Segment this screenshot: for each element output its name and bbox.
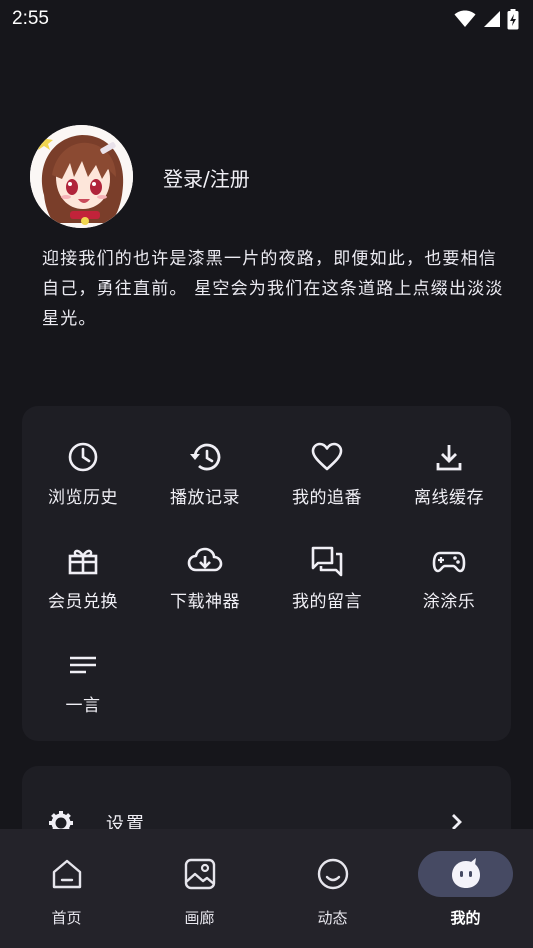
history-icon: [190, 443, 221, 471]
grid-item-label: 我的追番: [292, 488, 362, 508]
grid-item-label: 下载神器: [170, 592, 240, 612]
status-icons: [454, 8, 519, 30]
grid-item-my-follows[interactable]: 我的追番: [266, 406, 388, 510]
nav-activity[interactable]: 动态: [266, 829, 399, 948]
grid-item-doodle[interactable]: 涂涂乐: [388, 510, 510, 614]
clock-icon: [68, 442, 98, 472]
nav-icon-container: [20, 851, 114, 897]
heart-icon: [311, 442, 343, 471]
smiley-icon: [317, 858, 348, 890]
nav-label: 首页: [51, 909, 82, 927]
lines-icon: [70, 656, 96, 674]
status-bar: 2:55: [0, 0, 533, 38]
mascot-icon: [451, 858, 480, 888]
gamepad-icon: [432, 551, 466, 573]
grid-item-label: 会员兑换: [48, 592, 118, 612]
grid-item-label: 浏览历史: [48, 488, 118, 508]
nav-gallery[interactable]: 画廊: [133, 829, 266, 948]
nav-icon-container-active: [418, 851, 513, 897]
grid-item-offline-cache[interactable]: 离线缓存: [388, 406, 510, 510]
gift-icon: [68, 549, 98, 575]
grid-item-browse-history[interactable]: 浏览历史: [22, 406, 144, 510]
nav-mine[interactable]: 我的: [399, 829, 532, 948]
nav-home[interactable]: 首页: [0, 829, 133, 948]
motto-text: 迎接我们的也许是漆黑一片的夜路，即便如此，也要相信自己，勇往直前。 星空会为我们…: [42, 249, 504, 329]
nav-icon-container: [153, 851, 247, 897]
status-time: 2:55: [12, 8, 49, 29]
battery-charging-icon: [507, 8, 519, 29]
grid-item-play-records[interactable]: 播放记录: [144, 406, 266, 510]
login-register-link[interactable]: 登录/注册: [163, 163, 250, 192]
grid-item-label: 离线缓存: [414, 488, 484, 508]
grid-item-label: 我的留言: [292, 592, 362, 612]
forum-icon: [311, 546, 343, 577]
feature-grid-card: 浏览历史 播放记录 我的追番 离线缓存 会员兑换 下载神器 我的留言 涂涂乐 一…: [22, 406, 511, 741]
nav-icon-container: [286, 851, 380, 897]
bottom-navigation: 首页 画廊 动态 我的: [0, 829, 533, 948]
avatar[interactable]: [30, 125, 133, 228]
signal-icon: [484, 11, 500, 27]
cloud-download-icon: [187, 547, 223, 572]
grid-item-label: 涂涂乐: [422, 592, 476, 612]
grid-item-hitokoto[interactable]: 一言: [22, 614, 144, 718]
grid-item-label: 播放记录: [170, 488, 240, 508]
grid-item-downloader[interactable]: 下载神器: [144, 510, 266, 614]
grid-item-vip-redeem[interactable]: 会员兑换: [22, 510, 144, 614]
grid-item-my-messages[interactable]: 我的留言: [266, 510, 388, 614]
grid-item-label: 一言: [65, 696, 101, 716]
nav-label: 我的: [450, 909, 481, 927]
gallery-icon: [184, 858, 215, 890]
wifi-icon: [454, 10, 476, 27]
nav-label: 动态: [317, 909, 348, 927]
download-icon: [436, 445, 462, 471]
anime-avatar-image: [30, 125, 133, 228]
home-icon: [52, 859, 81, 889]
nav-label: 画廊: [184, 909, 215, 927]
